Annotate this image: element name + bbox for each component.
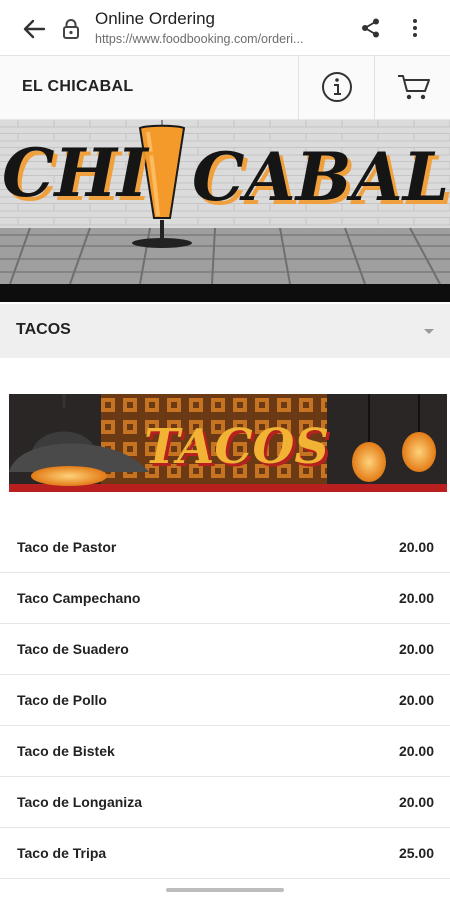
- menu-item-name: Taco Campechano: [17, 590, 141, 606]
- category-dropdown[interactable]: TACOS: [0, 304, 450, 358]
- address-bar[interactable]: Online Ordering https://www.foodbooking.…: [95, 8, 355, 48]
- back-arrow-icon[interactable]: [20, 16, 48, 42]
- menu-item[interactable]: Taco de Suadero 20.00: [0, 624, 450, 675]
- svg-text:CHI: CHI: [2, 134, 150, 212]
- restaurant-banner: CHI CHI CABAL CABAL: [0, 120, 450, 302]
- menu-item-price: 20.00: [398, 743, 434, 759]
- menu-item[interactable]: Taco de Bistek 20.00: [0, 726, 450, 777]
- menu-item[interactable]: Taco de Tripa 25.00: [0, 828, 450, 879]
- menu-item-name: Taco de Bistek: [17, 743, 115, 759]
- menu-item-price: 20.00: [398, 641, 434, 657]
- menu-item-price: 20.00: [398, 539, 434, 555]
- info-icon: [322, 72, 352, 102]
- menu-item-price: 20.00: [398, 692, 434, 708]
- category-banner-image: TACOS TACOS: [9, 394, 447, 492]
- url-text: https://www.foodbooking.com/orderi...: [95, 32, 304, 46]
- menu-item[interactable]: Taco de Pollo 20.00: [0, 675, 450, 726]
- cart-button[interactable]: [374, 56, 450, 120]
- menu-item-name: Taco de Pollo: [17, 692, 107, 708]
- more-options-icon[interactable]: [405, 16, 425, 42]
- menu-item-name: Taco de Longaniza: [17, 794, 142, 810]
- menu-item[interactable]: Taco de Pastor 20.00: [0, 522, 450, 573]
- cart-icon: [398, 75, 430, 100]
- menu-item-name: Taco de Pastor: [17, 539, 117, 555]
- category-selected-label: TACOS: [16, 321, 71, 338]
- svg-text:CABAL: CABAL: [192, 138, 449, 216]
- menu-item[interactable]: Taco de Longaniza 20.00: [0, 777, 450, 828]
- caret-down-icon: [424, 329, 434, 334]
- category-image-title-highlight: TACOS: [144, 419, 329, 475]
- menu-item-price: 25.00: [398, 845, 434, 861]
- lock-icon[interactable]: [62, 18, 80, 45]
- home-indicator-bar[interactable]: [166, 888, 284, 892]
- menu-item-price: 20.00: [398, 590, 434, 606]
- menu-item-name: Taco de Tripa: [17, 845, 107, 861]
- menu-item-price: 20.00: [398, 794, 434, 810]
- browser-toolbar: Online Ordering https://www.foodbooking.…: [0, 0, 450, 56]
- share-icon[interactable]: [360, 17, 382, 44]
- menu-item[interactable]: Taco Campechano 20.00: [0, 573, 450, 624]
- restaurant-name: EL CHICABAL: [22, 78, 134, 95]
- restaurant-header: EL CHICABAL: [0, 56, 450, 120]
- info-button[interactable]: [298, 56, 375, 120]
- menu-item-list: Taco de Pastor 20.00 Taco Campechano 20.…: [0, 522, 450, 879]
- menu-item-name: Taco de Suadero: [17, 641, 129, 657]
- page-title: Online Ordering: [95, 9, 216, 28]
